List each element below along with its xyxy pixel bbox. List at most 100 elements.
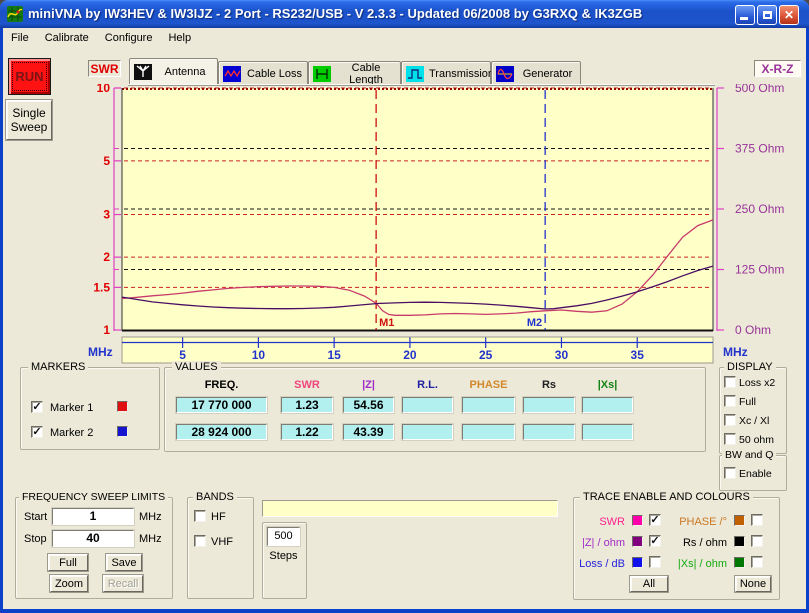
frequency-axis-strip xyxy=(122,337,713,363)
checkbox-trace-xs[interactable] xyxy=(751,556,763,568)
marker-1-label: Marker 1 xyxy=(50,402,93,414)
tab-generator[interactable]: Generator xyxy=(491,61,581,85)
menu-configure[interactable]: Configure xyxy=(97,30,161,46)
hf-label: HF xyxy=(211,511,226,523)
tab-cable-length[interactable]: Cable Length xyxy=(308,61,401,85)
swr-impedance-chart[interactable]: 105321.51500 Ohm375 Ohm250 Ohm125 Ohm0 O… xyxy=(80,84,803,366)
trace-phase-swatch[interactable] xyxy=(734,515,745,526)
ohm-tick-label: 0 Ohm xyxy=(735,323,771,337)
trace-all-button[interactable]: All xyxy=(630,576,668,592)
tab-antenna[interactable]: Antenna xyxy=(129,58,218,85)
cable-loss-icon xyxy=(223,66,241,82)
recall-button[interactable]: Recall xyxy=(103,575,143,592)
checkbox-trace-swr[interactable]: ✓ xyxy=(649,514,661,526)
minimize-button[interactable] xyxy=(735,5,755,25)
sweep-limits-title: FREQUENCY SWEEP LIMITS xyxy=(19,491,168,503)
trace-z-label: |Z| / ohm xyxy=(565,537,625,549)
swr-tick-label: 3 xyxy=(103,208,110,222)
menu-calibrate[interactable]: Calibrate xyxy=(37,30,97,46)
checkbox-full-display[interactable] xyxy=(724,395,736,407)
full-sweep-button[interactable]: Full xyxy=(48,554,88,571)
value-rl-m2 xyxy=(402,424,453,440)
value-rl-m1 xyxy=(402,397,453,413)
value-rs-m2 xyxy=(523,424,575,440)
checkbox-marker-2[interactable]: ✓ xyxy=(31,426,43,438)
checkbox-trace-phase[interactable] xyxy=(751,514,763,526)
swr-tick-label: 1.5 xyxy=(93,280,110,294)
tab-generator-label: Generator xyxy=(519,68,576,80)
vhf-label: VHF xyxy=(211,536,233,548)
fifty-ohm-label: 50 ohm xyxy=(739,434,774,446)
start-unit-label: MHz xyxy=(139,511,162,523)
value-swr-m1: 1.23 xyxy=(281,397,333,413)
title-bar[interactable]: miniVNA by IW3HEV & IW3IJZ - 2 Port - RS… xyxy=(0,0,809,28)
trace-none-button[interactable]: None xyxy=(735,576,771,592)
trace-loss-label: Loss / dB xyxy=(565,558,625,570)
zoom-button[interactable]: Zoom xyxy=(50,575,88,592)
stop-unit-label: MHz xyxy=(139,533,162,545)
bwq-panel-title: BW and Q xyxy=(722,449,776,461)
stop-label: Stop xyxy=(24,533,47,545)
swr-tick-label: 1 xyxy=(103,323,110,337)
close-button[interactable]: ✕ xyxy=(779,5,799,25)
bwq-enable-label: Enable xyxy=(739,468,772,480)
ohm-tick-label: 500 Ohm xyxy=(735,84,784,95)
tab-transmission[interactable]: Transmission xyxy=(401,61,491,85)
frequency-tick-label: 30 xyxy=(555,348,569,362)
menu-bar: File Calibrate Configure Help xyxy=(3,28,806,48)
ohm-tick-label: 125 Ohm xyxy=(735,263,784,277)
steps-input[interactable]: 500 xyxy=(267,527,300,546)
save-button[interactable]: Save xyxy=(106,554,142,571)
value-freq-m2: 28 924 000 xyxy=(176,424,267,440)
maximize-button[interactable] xyxy=(757,5,777,25)
stop-frequency-input[interactable]: 40 xyxy=(52,530,134,547)
single-sweep-line1: Single xyxy=(12,106,45,120)
checkbox-50-ohm[interactable] xyxy=(724,433,736,445)
checkbox-bwq-enable[interactable] xyxy=(724,467,736,479)
frequency-tick-label: 10 xyxy=(252,348,266,362)
col-header-phase: PHASE xyxy=(462,379,515,391)
marker-1-color-swatch[interactable] xyxy=(117,401,128,412)
swr-tick-label: 5 xyxy=(103,154,110,168)
checkbox-loss-x2[interactable] xyxy=(724,376,736,388)
window-title: miniVNA by IW3HEV & IW3IJZ - 2 Port - RS… xyxy=(28,0,642,28)
value-phase-m2 xyxy=(462,424,515,440)
markers-panel-title: MARKERS xyxy=(28,361,88,373)
xrz-mode-label: X-R-Z xyxy=(754,60,801,77)
checkbox-vhf[interactable] xyxy=(194,535,206,547)
value-z-m2: 43.39 xyxy=(343,424,394,440)
run-button[interactable]: RUN xyxy=(8,58,51,95)
menu-file[interactable]: File xyxy=(3,30,37,46)
value-swr-m2: 1.22 xyxy=(281,424,333,440)
value-rs-m1 xyxy=(523,397,575,413)
start-frequency-input[interactable]: 1 xyxy=(52,508,134,525)
tab-cable-loss[interactable]: Cable Loss xyxy=(218,61,308,85)
value-xs-m1 xyxy=(582,397,633,413)
tab-transmission-label: Transmission xyxy=(429,68,494,80)
checkbox-hf[interactable] xyxy=(194,510,206,522)
status-field[interactable] xyxy=(262,500,558,517)
bands-panel-title: BANDS xyxy=(193,491,237,503)
trace-rs-swatch[interactable] xyxy=(734,536,745,547)
trace-xs-swatch[interactable] xyxy=(734,557,745,568)
mhz-label-left: MHz xyxy=(88,345,113,359)
checkbox-marker-1[interactable]: ✓ xyxy=(31,401,43,413)
trace-z-swatch[interactable] xyxy=(632,536,643,547)
generator-icon xyxy=(496,66,514,82)
checkbox-trace-loss[interactable] xyxy=(649,556,661,568)
steps-label: Steps xyxy=(262,550,305,562)
checkbox-trace-z[interactable]: ✓ xyxy=(649,535,661,547)
value-z-m1: 54.56 xyxy=(343,397,394,413)
antenna-icon xyxy=(134,64,152,80)
checkbox-xc-xl[interactable] xyxy=(724,414,736,426)
trace-swr-swatch[interactable] xyxy=(632,515,643,526)
trace-loss-swatch[interactable] xyxy=(632,557,643,568)
col-header-rl: R.L. xyxy=(402,379,453,391)
marker-label-m2: M2 xyxy=(527,317,542,329)
single-sweep-button[interactable]: Single Sweep xyxy=(6,100,52,140)
checkbox-trace-rs[interactable] xyxy=(751,535,763,547)
maximize-icon xyxy=(763,11,772,19)
marker-2-color-swatch[interactable] xyxy=(117,426,128,437)
menu-help[interactable]: Help xyxy=(160,30,199,46)
trace-rs-label: Rs / ohm xyxy=(667,537,727,549)
